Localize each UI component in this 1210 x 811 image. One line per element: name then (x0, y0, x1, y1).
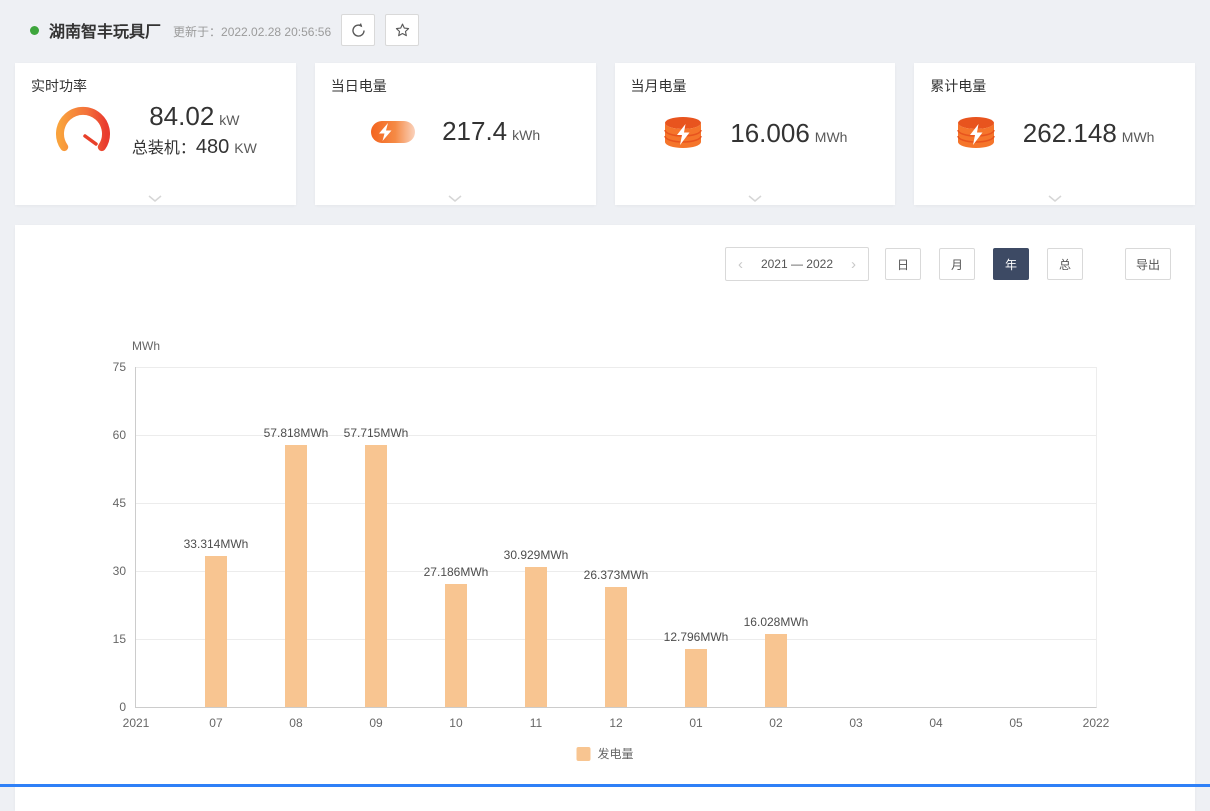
page-header: 湖南智丰玩具厂 更新于：2022.02.28 20:56:56 (0, 0, 1210, 54)
gauge-icon (54, 106, 112, 154)
bar-month-10 (445, 584, 467, 707)
installed-capacity-value: 480 (196, 136, 229, 158)
bar-value-label: 57.818MWh (264, 426, 329, 440)
card-title: 实时功率 (31, 76, 280, 96)
chevron-down-icon[interactable] (448, 195, 462, 202)
bar-value-label: 30.929MWh (504, 548, 569, 562)
x-axis-tick-label: 10 (449, 716, 462, 730)
bar-month-09 (365, 445, 387, 707)
stat-card-daily-energy: 当日电量 217.4 kWh (315, 63, 596, 205)
y-axis-tick-label: 45 (113, 496, 126, 510)
updated-timestamp: 更新于：2022.02.28 20:56:56 (173, 23, 331, 40)
x-axis-tick-label: 08 (289, 716, 302, 730)
gridline (136, 367, 1096, 368)
installed-capacity-line: 总装机：480 KW (132, 134, 257, 159)
cumulative-energy-unit: MWh (1122, 129, 1155, 145)
y-axis-tick-label: 30 (113, 564, 126, 578)
x-axis-tick-label: 2021 (123, 716, 150, 730)
x-axis-tick-label: 2022 (1083, 716, 1110, 730)
x-axis-tick-label: 09 (369, 716, 382, 730)
y-axis-title: MWh (132, 339, 160, 353)
status-dot (30, 26, 39, 35)
battery-lightning-icon (662, 116, 704, 150)
realtime-power-unit: kW (219, 112, 239, 128)
chevron-down-icon[interactable] (748, 195, 762, 202)
bar-month-07 (205, 556, 227, 707)
bar-month-01 (685, 649, 707, 707)
monthly-energy-value: 16.006 (730, 118, 810, 148)
bar-value-label: 27.186MWh (424, 565, 489, 579)
chart-toolbar: ‹ 2021 — 2022 › 日月年总 导出 (39, 247, 1171, 281)
range-text: 2021 — 2022 (761, 257, 833, 271)
stat-card-cumulative-energy: 累计电量 262.148 MWh (914, 63, 1195, 205)
y-axis-tick-label: 75 (113, 360, 126, 374)
card-title: 当日电量 (331, 76, 580, 96)
stat-card-realtime-power: 实时功率 84.02 kW (15, 63, 296, 205)
y-axis-tick-label: 60 (113, 428, 126, 442)
date-range-picker[interactable]: ‹ 2021 — 2022 › (725, 247, 869, 281)
range-prev-icon[interactable]: ‹ (738, 256, 743, 273)
x-axis-tick-label: 01 (689, 716, 702, 730)
bar-month-11 (525, 567, 547, 707)
chevron-down-icon[interactable] (1048, 195, 1062, 202)
bar-value-label: 33.314MWh (184, 537, 249, 551)
bar-month-12 (605, 587, 627, 707)
stat-card-monthly-energy: 当月电量 16.006 MWh (615, 63, 896, 205)
legend-swatch (576, 747, 590, 761)
chevron-down-icon[interactable] (148, 195, 162, 202)
bar-value-label: 26.373MWh (584, 568, 649, 582)
period-button[interactable]: 日 (885, 248, 921, 280)
card-title: 累计电量 (930, 76, 1179, 96)
lightning-pill-icon (370, 118, 416, 146)
x-axis-tick-label: 04 (929, 716, 942, 730)
x-axis-tick-label: 07 (209, 716, 222, 730)
export-button[interactable]: 导出 (1125, 248, 1171, 280)
monthly-energy-unit: MWh (815, 129, 848, 145)
period-button[interactable]: 总 (1047, 248, 1083, 280)
bar-value-label: 12.796MWh (664, 630, 729, 644)
x-axis-tick-label: 03 (849, 716, 862, 730)
range-next-icon[interactable]: › (851, 256, 856, 273)
bar-chart-plot: MWh 015304560752021070809101112010203040… (135, 367, 1097, 708)
daily-energy-value: 217.4 (442, 116, 507, 146)
bar-month-02 (765, 634, 787, 707)
y-axis-tick-label: 0 (119, 700, 126, 714)
period-button[interactable]: 月 (939, 248, 975, 280)
chart-panel: ‹ 2021 — 2022 › 日月年总 导出 MWh 015304560752… (15, 225, 1195, 811)
star-icon (394, 22, 411, 39)
x-axis-tick-label: 02 (769, 716, 782, 730)
chart-legend[interactable]: 发电量 (576, 745, 633, 762)
period-button[interactable]: 年 (993, 248, 1029, 280)
y-axis-tick-label: 15 (113, 632, 126, 646)
favorite-button[interactable] (385, 14, 419, 46)
gridline (136, 503, 1096, 504)
cumulative-energy-value: 262.148 (1023, 118, 1117, 148)
bar-month-08 (285, 445, 307, 707)
legend-label: 发电量 (597, 745, 633, 762)
x-axis-tick-label: 05 (1009, 716, 1022, 730)
battery-lightning-icon (955, 116, 997, 150)
installed-capacity-label: 总装机： (132, 140, 196, 157)
realtime-power-value: 84.02 (149, 101, 214, 131)
refresh-icon (350, 22, 367, 39)
stat-cards-row: 实时功率 84.02 kW (0, 54, 1210, 205)
x-axis-tick-label: 11 (530, 716, 542, 730)
refresh-button[interactable] (341, 14, 375, 46)
bar-value-label: 57.715MWh (344, 426, 409, 440)
x-axis-tick-label: 12 (609, 716, 622, 730)
bar-value-label: 16.028MWh (744, 615, 809, 629)
daily-energy-unit: kWh (512, 127, 540, 143)
site-title: 湖南智丰玩具厂 (49, 18, 161, 42)
period-buttons: 日月年总 (885, 248, 1083, 280)
installed-capacity-unit: KW (234, 140, 257, 156)
card-title: 当月电量 (631, 76, 880, 96)
